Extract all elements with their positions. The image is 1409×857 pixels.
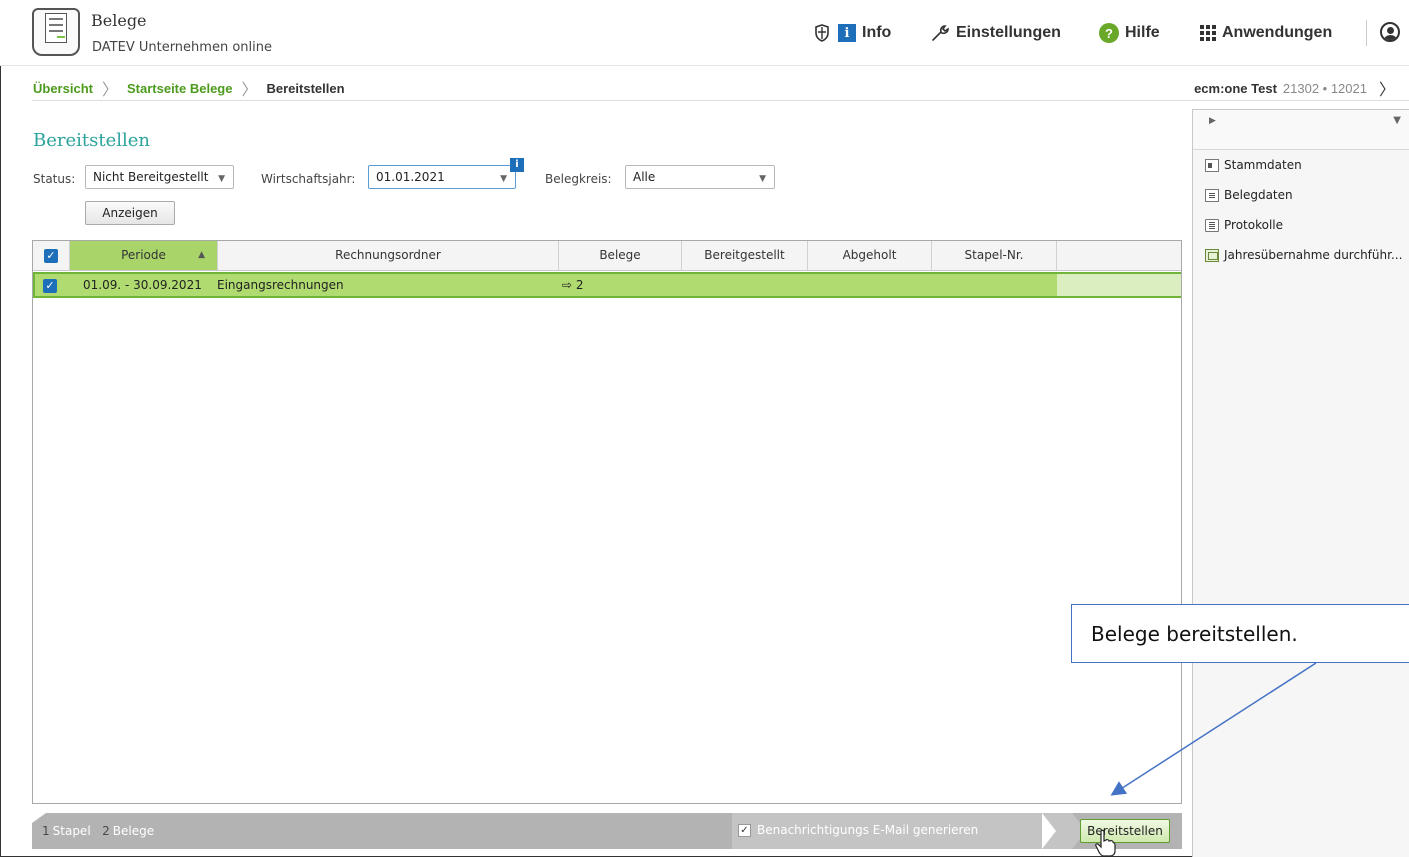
- side-panel-header: ▶ ▼: [1193, 110, 1409, 150]
- status-label: Status:: [33, 172, 76, 186]
- column-stapel-nr[interactable]: Stapel-Nr.: [932, 241, 1057, 270]
- year-dropdown[interactable]: 01.01.2021 ▼: [368, 165, 516, 189]
- client-name: ecm:one Test: [1194, 80, 1277, 96]
- client-context[interactable]: ecm:one Test 21302 • 12021 〉: [1194, 76, 1395, 100]
- cell-periode: 01.09. - 30.09.2021: [83, 278, 202, 292]
- app-subtitle: DATEV Unternehmen online: [92, 40, 272, 55]
- info-badge-icon[interactable]: i: [510, 158, 524, 172]
- status-dropdown[interactable]: Nicht Bereitgestellt ▼: [85, 165, 234, 189]
- breadcrumb-separator-icon: 〉: [241, 82, 258, 99]
- belege-app-icon: [32, 8, 80, 56]
- id-card-icon: [1205, 158, 1219, 172]
- belegkreis-value: Alle: [633, 170, 656, 184]
- side-item-label: Stammdaten: [1224, 158, 1302, 172]
- client-numbers: 21302 • 12021: [1282, 80, 1367, 96]
- document-icon: [1205, 188, 1219, 202]
- stapel-label: Stapel: [52, 824, 91, 838]
- shield-icon[interactable]: [814, 20, 830, 46]
- nav-settings-label: Einstellungen: [956, 24, 1061, 41]
- app-title: Belege: [91, 11, 147, 30]
- breadcrumb-current: Bereitstellen: [266, 80, 345, 96]
- column-periode[interactable]: Periode ▲: [70, 241, 218, 270]
- row-filler-cell: [1057, 274, 1181, 296]
- status-bar: 1 Stapel 2 Belege ✓ Benachrichtigungs E-Ma…: [32, 813, 1182, 849]
- nav-settings[interactable]: Einstellungen: [930, 20, 1061, 46]
- year-value: 01.01.2021: [376, 170, 445, 184]
- nav-info-label: Info: [862, 24, 892, 41]
- column-belege[interactable]: Belege: [559, 241, 682, 270]
- nav-apps[interactable]: Anwendungen: [1200, 20, 1332, 46]
- row-checkbox-cell[interactable]: ✓: [43, 274, 57, 296]
- nav-apps-label: Anwendungen: [1222, 24, 1333, 41]
- breadcrumb: Übersicht 〉 Startseite Belege 〉 Bereitst…: [33, 76, 345, 100]
- side-item-protokolle[interactable]: Protokolle: [1205, 218, 1283, 232]
- status-bar-notch: [32, 813, 46, 823]
- status-value: Nicht Bereitgestellt: [93, 170, 209, 184]
- select-all-checkbox[interactable]: ✓: [44, 248, 58, 263]
- belegkreis-dropdown[interactable]: Alle ▼: [625, 165, 775, 189]
- user-icon[interactable]: [1380, 22, 1400, 42]
- stapel-count: 1: [42, 824, 50, 838]
- nav-help[interactable]: ? Hilfe: [1099, 20, 1160, 46]
- chevron-down-icon: ▼: [759, 174, 766, 184]
- cell-belege: ⇨ 2: [562, 278, 584, 292]
- email-option: ✓ Benachrichtigungs E-Mail generieren: [732, 813, 1072, 849]
- chevron-down-icon: ▼: [218, 174, 225, 184]
- sort-ascending-icon: ▲: [198, 250, 205, 260]
- breadcrumb-overview[interactable]: Übersicht: [33, 81, 93, 96]
- side-item-jahresuebernahme[interactable]: Jahresübernahme durchführ...: [1205, 248, 1402, 262]
- email-checkbox[interactable]: ✓: [738, 824, 751, 837]
- side-item-stammdaten[interactable]: Stammdaten: [1205, 158, 1302, 172]
- breadcrumb-belege-home[interactable]: Startseite Belege: [127, 81, 233, 96]
- email-label: Benachrichtigungs E-Mail generieren: [757, 823, 979, 837]
- chevron-down-icon: ▼: [500, 174, 507, 184]
- info-icon: i: [838, 24, 856, 42]
- side-item-label: Protokolle: [1224, 218, 1283, 232]
- side-panel: ▶ ▼ Stammdaten Belegdaten Protokolle Jah…: [1192, 109, 1409, 857]
- grid-header: ✓ Periode ▲ Rechnungsordner Belege Berei…: [33, 241, 1181, 271]
- wrench-icon: [930, 23, 950, 43]
- help-icon: ?: [1099, 23, 1119, 43]
- column-abgeholt[interactable]: Abgeholt: [808, 241, 932, 270]
- callout-box: Belege bereitstellen.: [1071, 604, 1409, 663]
- column-rechnungsordner[interactable]: Rechnungsordner: [218, 241, 559, 270]
- belegkreis-label: Belegkreis:: [545, 172, 612, 186]
- nav-info[interactable]: i Info: [838, 20, 891, 46]
- nav-divider: [1366, 20, 1367, 46]
- status-arrow-divider: [1042, 813, 1056, 849]
- row-checkbox[interactable]: ✓: [43, 278, 57, 293]
- hand-cursor-icon: [1095, 829, 1116, 857]
- breadcrumb-separator-icon: 〉: [101, 82, 118, 99]
- side-item-label: Belegdaten: [1224, 188, 1293, 202]
- side-item-belegdaten[interactable]: Belegdaten: [1205, 188, 1293, 202]
- table-row[interactable]: ✓ 01.09. - 30.09.2021 Eingangsrechnungen…: [33, 272, 1181, 298]
- app-header: Belege DATEV Unternehmen online i Info E…: [0, 0, 1409, 66]
- batch-summary: 1 Stapel 2 Belege: [42, 824, 154, 838]
- select-all-cell[interactable]: ✓: [33, 241, 70, 270]
- year-label: Wirtschaftsjahr:: [261, 172, 356, 186]
- nav-help-label: Hilfe: [1125, 24, 1160, 41]
- grid-icon: [1200, 25, 1216, 41]
- documents-grid: ✓ Periode ▲ Rechnungsordner Belege Berei…: [32, 240, 1182, 804]
- breadcrumb-divider: [32, 100, 1409, 101]
- column-bereitgestellt[interactable]: Bereitgestellt: [682, 241, 808, 270]
- belege-count: 2: [102, 824, 110, 838]
- calendar-transfer-icon: [1205, 248, 1219, 262]
- log-icon: [1205, 218, 1219, 232]
- column-periode-label: Periode: [121, 248, 166, 262]
- chevron-right-icon: 〉: [1378, 82, 1395, 99]
- page-title: Bereitstellen: [33, 130, 151, 151]
- cell-rechnungsordner: Eingangsrechnungen: [217, 278, 344, 292]
- collapse-icon[interactable]: ▶: [1209, 116, 1216, 126]
- show-button[interactable]: Anzeigen: [85, 201, 175, 225]
- belege-label: Belege: [112, 824, 155, 838]
- side-item-label: Jahresübernahme durchführ...: [1224, 248, 1403, 262]
- pin-icon[interactable]: ▼: [1393, 115, 1401, 126]
